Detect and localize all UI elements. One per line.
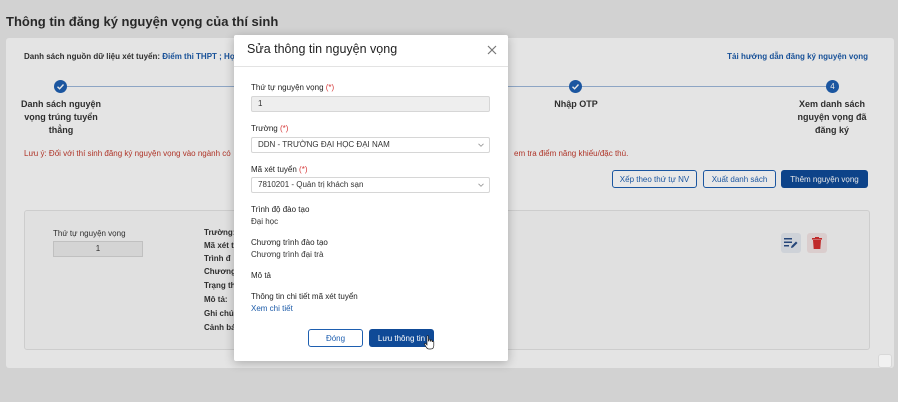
admission-code-value: 7810201 - Quản trị khách sạn <box>258 180 364 189</box>
school-field-label: Trường (*) <box>251 124 289 133</box>
chevron-down-icon <box>478 143 484 147</box>
modal-header: Sửa thông tin nguyện vọng <box>234 35 508 67</box>
close-icon[interactable] <box>486 44 498 56</box>
detail-info-label: Thông tin chi tiết mã xét tuyển <box>251 292 358 301</box>
order-field-label: Thứ tự nguyện vọng (*) <box>251 83 335 92</box>
required-mark: (*) <box>299 165 308 174</box>
required-mark: (*) <box>280 124 289 133</box>
modal-title: Sửa thông tin nguyện vọng <box>247 42 398 56</box>
view-detail-link[interactable]: Xem chi tiết <box>251 304 293 313</box>
edit-wish-modal: Sửa thông tin nguyện vọng Thứ tự nguyện … <box>234 35 508 361</box>
level-label: Trình độ đào tạo <box>251 205 310 214</box>
description-label: Mô tả <box>251 271 272 280</box>
order-field[interactable]: 1 <box>251 96 490 112</box>
program-value: Chương trình đại trà <box>251 250 324 259</box>
required-mark: (*) <box>325 83 335 92</box>
close-button[interactable]: Đóng <box>308 329 363 347</box>
admission-code-select[interactable]: 7810201 - Quản trị khách sạn <box>251 177 490 193</box>
level-value: Đại học <box>251 217 279 226</box>
chevron-down-icon <box>478 183 484 187</box>
code-field-label: Mã xét tuyển (*) <box>251 165 308 174</box>
program-label: Chương trình đào tạo <box>251 238 328 247</box>
school-select-value: DDN - TRƯỜNG ĐẠI HỌC ĐẠI NAM <box>258 140 390 149</box>
school-select[interactable]: DDN - TRƯỜNG ĐẠI HỌC ĐẠI NAM <box>251 137 490 153</box>
cursor-hand-icon <box>424 335 435 350</box>
corner-widget[interactable] <box>878 354 892 368</box>
